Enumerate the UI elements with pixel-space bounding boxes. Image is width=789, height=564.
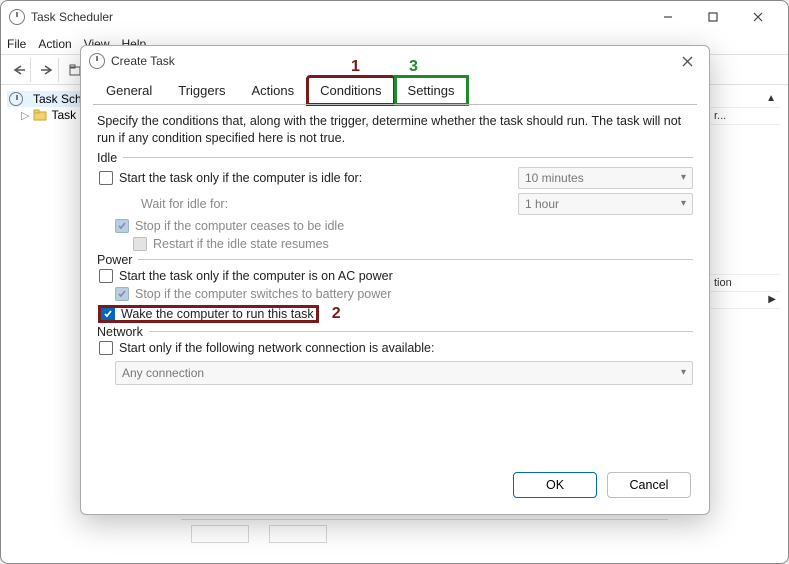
chevron-down-icon: ▾ xyxy=(681,367,686,378)
label-idle-start: Start the task only if the computer is i… xyxy=(119,171,362,185)
checkbox-ac-power[interactable] xyxy=(99,269,113,283)
group-idle: Idle xyxy=(97,151,693,165)
annotation-3: 3 xyxy=(409,58,418,76)
menu-file[interactable]: File xyxy=(7,37,26,51)
group-power: Power xyxy=(97,253,693,267)
chevron-down-icon: ▾ xyxy=(681,172,686,183)
chevron-down-icon: ▾ xyxy=(681,198,686,209)
label-wake: Wake the computer to run this task xyxy=(121,307,314,321)
dialog-close-button[interactable] xyxy=(673,49,701,73)
create-task-dialog: Create Task General Triggers Actions Con… xyxy=(80,45,710,515)
combo-idle-wait[interactable]: 1 hour ▾ xyxy=(518,193,693,215)
menu-action[interactable]: Action xyxy=(38,37,71,51)
forward-button[interactable] xyxy=(35,58,59,82)
label-idle-stop: Stop if the computer ceases to be idle xyxy=(135,219,344,233)
checkbox-idle-restart xyxy=(133,237,147,251)
label-idle-restart: Restart if the idle state resumes xyxy=(153,237,329,251)
clock-icon xyxy=(9,92,23,106)
checkbox-idle-start[interactable] xyxy=(99,171,113,185)
annotation-2: 2 xyxy=(332,305,341,323)
cancel-button[interactable]: Cancel xyxy=(607,472,691,498)
clock-icon xyxy=(89,53,105,69)
status-bar xyxy=(181,519,668,545)
minimize-button[interactable] xyxy=(645,3,690,31)
conditions-description: Specify the conditions that, along with … xyxy=(97,113,693,147)
actions-panel: .▲ r... tion .▶ xyxy=(710,91,780,309)
chevron-up-icon: ▲ xyxy=(766,93,776,105)
label-network: Start only if the following network conn… xyxy=(119,341,434,355)
actions-row[interactable]: .▶ xyxy=(710,292,780,309)
checkbox-network[interactable] xyxy=(99,341,113,355)
label-stop-battery: Stop if the computer switches to battery… xyxy=(135,287,391,301)
clock-icon xyxy=(9,9,25,25)
main-titlebar: Task Scheduler xyxy=(1,1,788,33)
conditions-panel: Specify the conditions that, along with … xyxy=(81,105,709,458)
window-title: Task Scheduler xyxy=(31,10,113,24)
annotation-1: 1 xyxy=(351,58,360,76)
status-pane xyxy=(191,525,249,543)
label-ac-power: Start the task only if the computer is o… xyxy=(119,269,393,283)
close-button[interactable] xyxy=(735,3,780,31)
tab-actions[interactable]: Actions xyxy=(238,76,307,105)
expand-icon[interactable]: ▷ xyxy=(21,109,29,122)
dialog-titlebar: Create Task xyxy=(81,46,709,76)
checkbox-idle-stop xyxy=(115,219,129,233)
back-button[interactable] xyxy=(7,58,31,82)
dialog-button-row: OK Cancel xyxy=(81,458,709,514)
tab-conditions[interactable]: Conditions xyxy=(307,76,394,105)
group-network: Network xyxy=(97,325,693,339)
window-controls xyxy=(645,3,780,31)
checkbox-wake[interactable] xyxy=(101,307,115,321)
label-idle-wait: Wait for idle for: xyxy=(141,197,228,211)
tab-general[interactable]: General xyxy=(93,76,165,105)
combo-network[interactable]: Any connection ▾ xyxy=(115,361,693,385)
actions-row[interactable]: .▲ xyxy=(710,91,780,108)
folder-icon xyxy=(33,108,47,122)
actions-row[interactable]: tion xyxy=(710,275,780,292)
chevron-right-icon: ▶ xyxy=(768,294,776,306)
maximize-button[interactable] xyxy=(690,3,735,31)
tab-settings[interactable]: Settings xyxy=(395,76,468,105)
checkbox-stop-battery xyxy=(115,287,129,301)
status-pane xyxy=(269,525,327,543)
tab-strip: General Triggers Actions Conditions Sett… xyxy=(81,76,709,105)
dialog-title: Create Task xyxy=(111,54,175,68)
tab-triggers[interactable]: Triggers xyxy=(165,76,238,105)
combo-idle-duration[interactable]: 10 minutes ▾ xyxy=(518,167,693,189)
ok-button[interactable]: OK xyxy=(513,472,597,498)
actions-row[interactable]: r... xyxy=(710,108,780,125)
